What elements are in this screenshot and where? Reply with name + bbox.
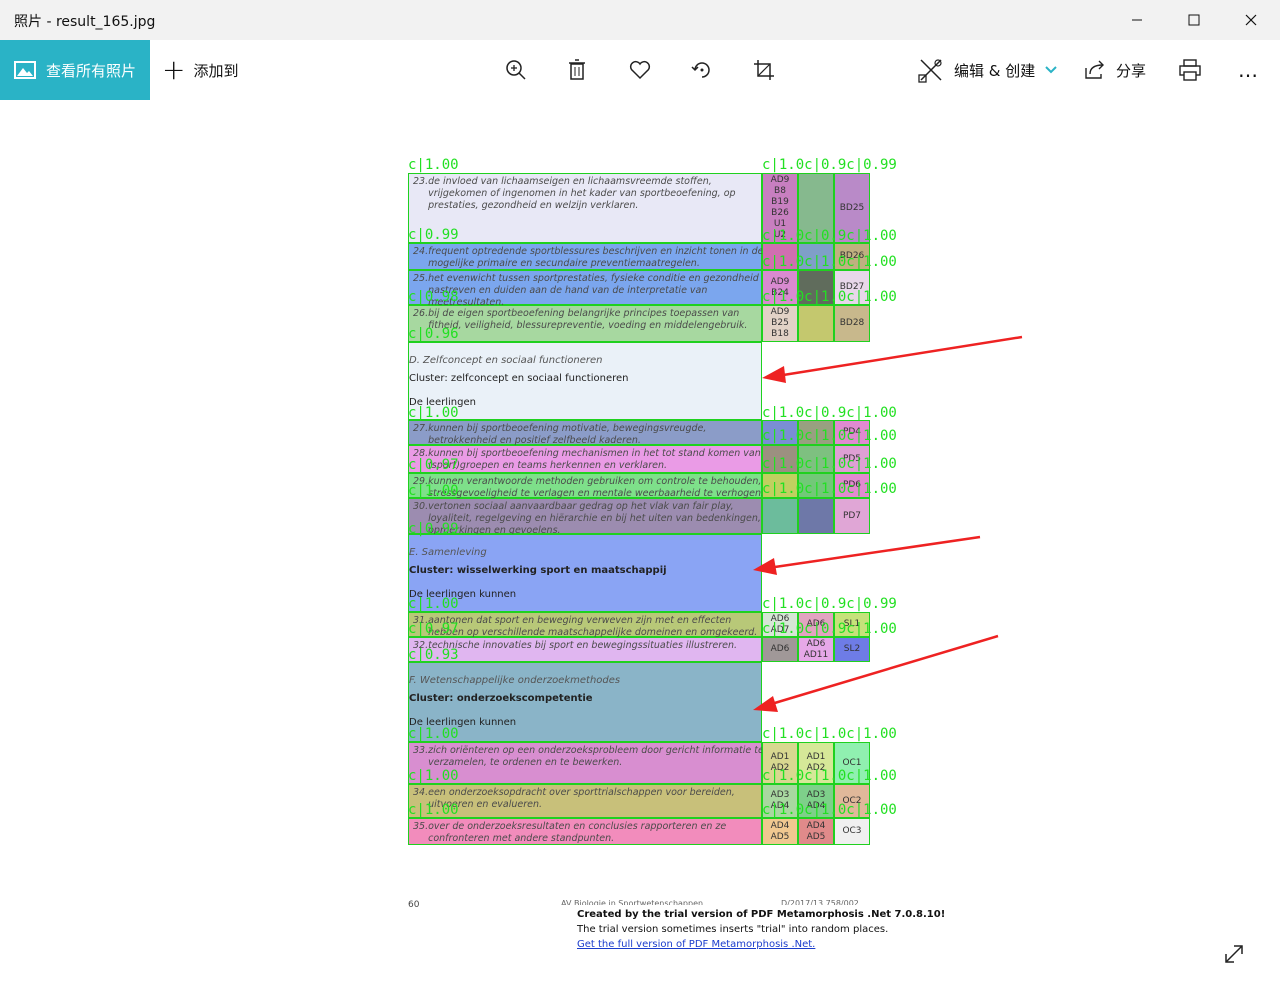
zoom-in-button[interactable] bbox=[498, 52, 534, 88]
toolbar: 查看所有照片 + 添加到 编辑 & 创建 分享 … bbox=[0, 40, 1280, 100]
share-button[interactable]: 分享 bbox=[1084, 40, 1146, 100]
zoom-in-icon bbox=[506, 60, 526, 80]
expand-icon bbox=[1225, 945, 1243, 963]
share-icon bbox=[1085, 60, 1104, 79]
annotation-arrows bbox=[753, 335, 1023, 712]
close-button[interactable] bbox=[1222, 0, 1280, 40]
plus-icon: + bbox=[162, 53, 186, 86]
maximize-icon bbox=[1188, 14, 1200, 26]
red-arrow bbox=[753, 535, 981, 575]
title-bar: 照片 - result_165.jpg bbox=[0, 0, 1280, 40]
delete-icon bbox=[569, 59, 585, 80]
fullscreen-button[interactable] bbox=[1222, 942, 1246, 970]
add-to-label: 添加到 bbox=[193, 61, 239, 80]
add-to-button[interactable]: + 添加到 bbox=[162, 40, 238, 100]
chevron-down-icon bbox=[1045, 66, 1057, 74]
heart-icon bbox=[629, 60, 651, 80]
edit-create-label: 编辑 & 创建 bbox=[954, 61, 1036, 80]
rotate-icon bbox=[691, 62, 710, 78]
minimize-icon bbox=[1132, 19, 1142, 21]
close-icon bbox=[1245, 14, 1257, 26]
rotate-button[interactable] bbox=[684, 52, 720, 88]
red-arrow bbox=[753, 634, 999, 712]
share-label: 分享 bbox=[1116, 61, 1147, 80]
document-view: 23.de invloed van lichaamseigen en licha… bbox=[0, 100, 1280, 1000]
photo-icon bbox=[14, 61, 36, 79]
red-arrow bbox=[762, 335, 1023, 383]
delete-button[interactable] bbox=[559, 52, 595, 88]
minimize-button[interactable] bbox=[1108, 0, 1166, 40]
maximize-button[interactable] bbox=[1165, 0, 1223, 40]
favorite-button[interactable] bbox=[622, 52, 658, 88]
edit-create-icon bbox=[918, 59, 942, 83]
more-button[interactable]: … bbox=[1238, 40, 1258, 100]
window-title: 照片 - result_165.jpg bbox=[14, 14, 156, 30]
print-icon bbox=[1179, 59, 1201, 81]
view-all-photos-button[interactable]: 查看所有照片 bbox=[0, 40, 150, 100]
crop-button[interactable] bbox=[746, 52, 782, 88]
edit-create-button[interactable]: 编辑 & 创建 bbox=[918, 40, 1057, 100]
print-button[interactable] bbox=[1172, 52, 1208, 88]
crop-icon bbox=[754, 60, 774, 80]
view-all-photos-label: 查看所有照片 bbox=[46, 61, 137, 80]
